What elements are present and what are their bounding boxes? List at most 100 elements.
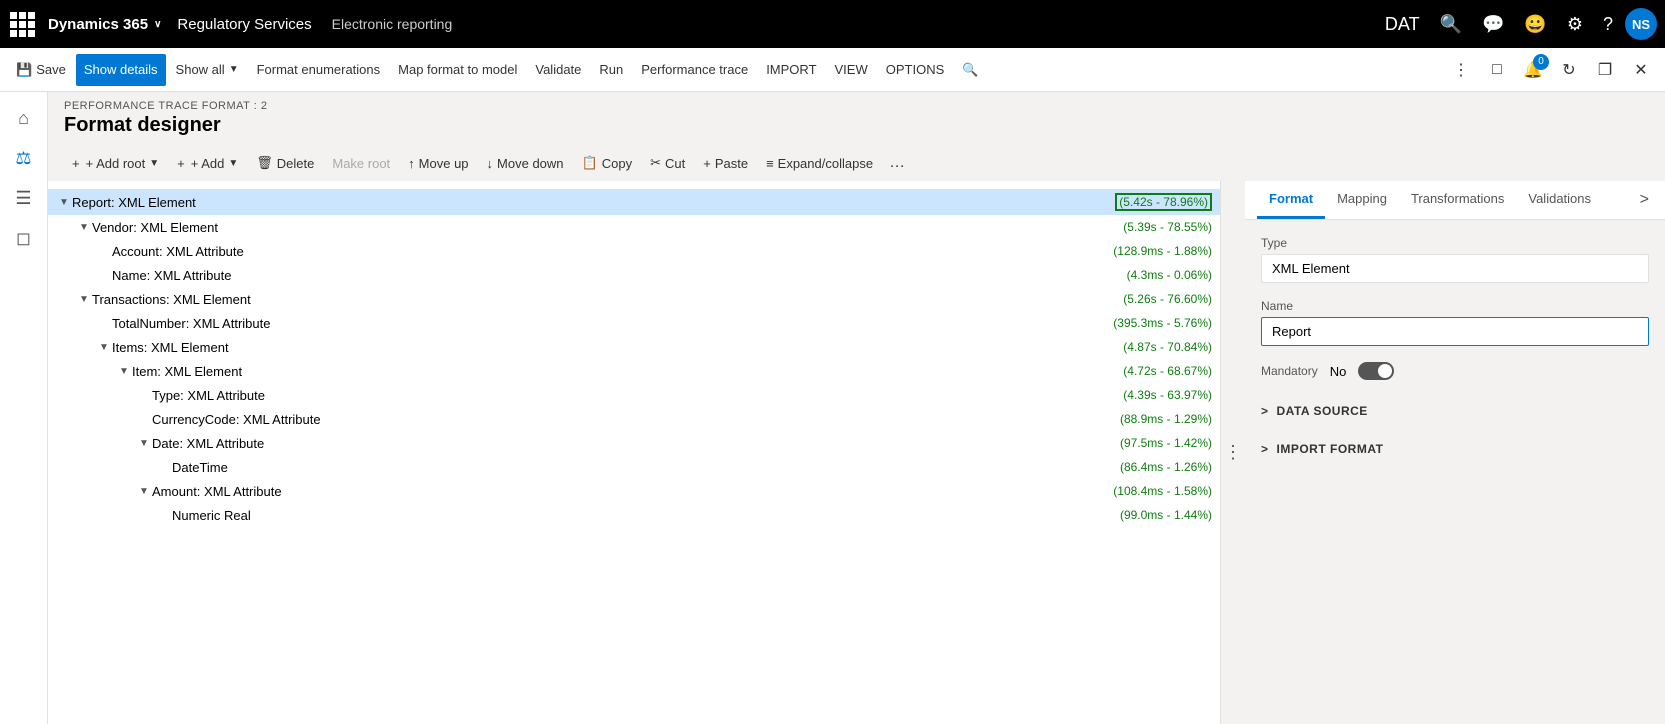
tree-label-totalnumber: TotalNumber: XML Attribute [112, 316, 1109, 331]
notification-badge[interactable]: 🔔 0 [1517, 54, 1549, 86]
refresh-icon[interactable]: ↻ [1553, 54, 1585, 86]
sidebar-chart-icon[interactable]: ◻ [6, 220, 42, 256]
tree-label-amount: Amount: XML Attribute [152, 484, 1109, 499]
cut-icon: ✂ [650, 155, 661, 171]
tab-mapping[interactable]: Mapping [1325, 181, 1399, 219]
body-split: ▼Report: XML Element (5.42s - 78.96%)▼Ve… [48, 181, 1665, 724]
expand-btn-datetime[interactable] [156, 459, 172, 475]
expand-btn-amount[interactable]: ▼ [136, 483, 152, 499]
cut-button[interactable]: ✂ Cut [642, 149, 693, 177]
add-root-button[interactable]: + + Add root ▼ [64, 149, 167, 177]
face-icon[interactable]: 😀 [1516, 8, 1554, 41]
tree-item-currencycode[interactable]: CurrencyCode: XML Attribute (88.9ms - 1.… [48, 407, 1220, 431]
tree-item-type-attr[interactable]: Type: XML Attribute (4.39s - 63.97%) [48, 383, 1220, 407]
popout-icon[interactable]: ❐ [1589, 54, 1621, 86]
add-button[interactable]: + + Add ▼ [169, 149, 246, 177]
pin-icon[interactable]: ⋮ [1445, 54, 1477, 86]
tree-perf-items: (4.87s - 70.84%) [1123, 340, 1212, 354]
avatar[interactable]: NS [1625, 8, 1657, 40]
close-icon[interactable]: ✕ [1625, 54, 1657, 86]
import-format-header[interactable]: > IMPORT FORMAT [1261, 434, 1649, 464]
perf-trace-button[interactable]: Performance trace [633, 54, 756, 86]
show-all-button[interactable]: Show all ▼ [168, 54, 247, 86]
import-button[interactable]: IMPORT [758, 54, 824, 86]
format-enumerations-button[interactable]: Format enumerations [249, 54, 389, 86]
toolbar: + + Add root ▼ + + Add ▼ 🗑 Delete Make r… [48, 145, 1665, 181]
tree-item-totalnumber[interactable]: TotalNumber: XML Attribute (395.3ms - 5.… [48, 311, 1220, 335]
expand-btn-vendor[interactable]: ▼ [76, 219, 92, 235]
top-nav-right: DAT 🔍 💬 😀 ⚙ ? NS [1377, 8, 1657, 41]
make-root-button[interactable]: Make root [324, 149, 398, 177]
tree-label-date: Date: XML Attribute [152, 436, 1116, 451]
paste-icon: + [703, 156, 711, 171]
search-icon[interactable]: 🔍 [1432, 8, 1470, 41]
view-button[interactable]: VIEW [827, 54, 876, 86]
tree-item-item[interactable]: ▼Item: XML Element (4.72s - 68.67%) [48, 359, 1220, 383]
mandatory-toggle[interactable] [1358, 362, 1394, 380]
sidebar-home-icon[interactable]: ⌂ [6, 100, 42, 136]
expand-btn-numericreal[interactable] [156, 507, 172, 523]
tree-perf-item: (4.72s - 68.67%) [1123, 364, 1212, 378]
expand-btn-report[interactable]: ▼ [56, 194, 72, 210]
tree-item-items[interactable]: ▼Items: XML Element (4.87s - 70.84%) [48, 335, 1220, 359]
import-format-chevron: > [1261, 442, 1269, 456]
name-input[interactable] [1261, 317, 1649, 346]
tree-item-report[interactable]: ▼Report: XML Element (5.42s - 78.96%) [48, 189, 1220, 215]
delete-button[interactable]: 🗑 Delete [248, 149, 322, 177]
validate-button[interactable]: Validate [527, 54, 589, 86]
show-all-chevron: ▼ [229, 64, 239, 75]
three-dots-button[interactable]: ⋮ [1221, 181, 1245, 724]
tab-validations[interactable]: Validations [1516, 181, 1603, 219]
waffle-icon [10, 12, 35, 37]
tree-item-amount[interactable]: ▼Amount: XML Attribute (108.4ms - 1.58%) [48, 479, 1220, 503]
map-format-button[interactable]: Map format to model [390, 54, 525, 86]
expand-collapse-button[interactable]: ≡ Expand/collapse [758, 149, 881, 177]
tree-label-items: Items: XML Element [112, 340, 1119, 355]
move-down-button[interactable]: ↓ Move down [479, 149, 572, 177]
tree-item-vendor[interactable]: ▼Vendor: XML Element (5.39s - 78.55%) [48, 215, 1220, 239]
tree-item-name-attr[interactable]: Name: XML Attribute (4.3ms - 0.06%) [48, 263, 1220, 287]
move-up-button[interactable]: ↑ Move up [400, 149, 476, 177]
add-icon: + [177, 156, 185, 171]
tab-format[interactable]: Format [1257, 181, 1325, 219]
tree-item-datetime[interactable]: DateTime (86.4ms - 1.26%) [48, 455, 1220, 479]
data-source-header[interactable]: > DATA SOURCE [1261, 396, 1649, 426]
mandatory-val: No [1330, 364, 1347, 379]
expand-btn-item[interactable]: ▼ [116, 363, 132, 379]
tree-item-account[interactable]: Account: XML Attribute (128.9ms - 1.88%) [48, 239, 1220, 263]
sub-module: Electronic reporting [332, 16, 453, 32]
paste-button[interactable]: + Paste [695, 149, 756, 177]
expand-btn-date[interactable]: ▼ [136, 435, 152, 451]
tree-label-vendor: Vendor: XML Element [92, 220, 1119, 235]
expand-btn-items[interactable]: ▼ [96, 339, 112, 355]
office-icon[interactable]: □ [1481, 54, 1513, 86]
move-down-icon: ↓ [487, 156, 494, 171]
tree-item-numericreal[interactable]: Numeric Real (99.0ms - 1.44%) [48, 503, 1220, 527]
tree-item-date[interactable]: ▼Date: XML Attribute (97.5ms - 1.42%) [48, 431, 1220, 455]
run-button[interactable]: Run [591, 54, 631, 86]
waffle-menu[interactable] [8, 10, 36, 38]
sidebar-list-icon[interactable]: ☰ [6, 180, 42, 216]
options-button[interactable]: OPTIONS [878, 54, 953, 86]
name-field-group: Name [1261, 299, 1649, 346]
right-panel-tab-chevron[interactable]: > [1636, 187, 1653, 213]
expand-btn-transactions[interactable]: ▼ [76, 291, 92, 307]
save-button[interactable]: 💾 Save [8, 54, 74, 86]
tree-item-transactions[interactable]: ▼Transactions: XML Element (5.26s - 76.6… [48, 287, 1220, 311]
app-name[interactable]: Dynamics 365 ∨ [48, 16, 161, 33]
tab-transformations[interactable]: Transformations [1399, 181, 1516, 219]
ribbon-search-button[interactable]: 🔍 [954, 54, 986, 86]
sidebar-filter-icon[interactable]: ⚖ [6, 140, 42, 176]
expand-btn-currencycode[interactable] [136, 411, 152, 427]
show-details-button[interactable]: Show details [76, 54, 166, 86]
expand-btn-type-attr[interactable] [136, 387, 152, 403]
expand-btn-name-attr[interactable] [96, 267, 112, 283]
expand-btn-totalnumber[interactable] [96, 315, 112, 331]
settings-icon[interactable]: ⚙ [1559, 8, 1591, 41]
chat-icon[interactable]: 💬 [1474, 8, 1512, 41]
expand-btn-account[interactable] [96, 243, 112, 259]
more-button[interactable]: … [883, 149, 911, 177]
tree-label-item: Item: XML Element [132, 364, 1119, 379]
help-icon[interactable]: ? [1595, 8, 1621, 41]
copy-button[interactable]: 📋 Copy [574, 149, 641, 177]
